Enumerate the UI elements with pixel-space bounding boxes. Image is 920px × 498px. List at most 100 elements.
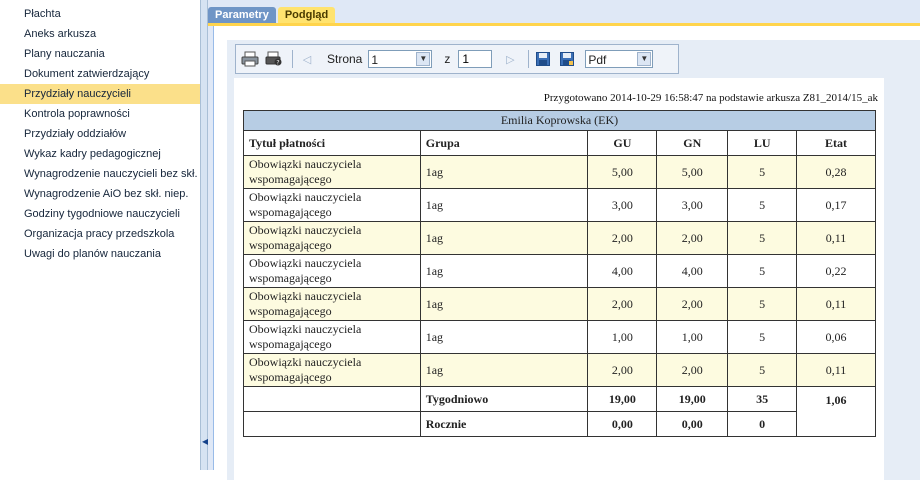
cell-gu: 2,00	[587, 287, 658, 321]
table-row: Obowiązki nauczyciela wspomagającego 1ag…	[243, 320, 876, 354]
weekly-label: Tygodniowo	[419, 386, 589, 412]
tab-podglad[interactable]: Podgląd	[277, 7, 336, 23]
table-row: Obowiązki nauczyciela wspomagającego 1ag…	[243, 287, 876, 321]
cell-title: Obowiązki nauczyciela wspomagającego	[243, 221, 421, 255]
cell-etat: 0,11	[796, 287, 876, 321]
cell-group: 1ag	[419, 188, 589, 222]
prepared-note: Przygotowano 2014-10-29 16:58:47 na pods…	[543, 92, 878, 104]
cell-empty	[243, 386, 421, 412]
cell-lu: 5	[727, 155, 798, 189]
weekly-etat: 1,06	[796, 386, 876, 437]
save-icon[interactable]	[533, 49, 553, 69]
prev-page-icon[interactable]: ◁	[297, 49, 317, 69]
page-select-value: 1	[371, 53, 379, 67]
teacher-name: Emilia Koprowska (EK)	[243, 110, 876, 131]
cell-gn: 2,00	[656, 353, 729, 387]
table-header-row: Tytuł płatności Grupa GU GN LU Etat	[243, 130, 876, 156]
cell-gn: 1,00	[656, 320, 729, 354]
cell-group: 1ag	[419, 320, 589, 354]
cell-title: Obowiązki nauczyciela wspomagającego	[243, 155, 421, 189]
cell-gn: 5,00	[656, 155, 729, 189]
yearly-label: Rocznie	[419, 411, 589, 437]
cell-etat: 0,28	[796, 155, 876, 189]
sidebar-splitter[interactable]: ◀	[201, 0, 208, 470]
report-list-item[interactable]: Godziny tygodniowe nauczycieli	[0, 204, 200, 224]
yearly-total-row: Rocznie 0,00 0,00 0	[243, 411, 876, 437]
cell-group: 1ag	[419, 254, 589, 288]
cell-lu: 5	[727, 287, 798, 321]
col-header-group: Grupa	[419, 130, 589, 156]
page-select[interactable]: 1 ▼	[368, 50, 433, 68]
report-list-sidebar: Płachta Aneks arkusza Plany nauczania Do…	[0, 0, 201, 470]
print-setup-icon[interactable]: ?	[264, 49, 284, 69]
report-list: Płachta Aneks arkusza Plany nauczania Do…	[0, 0, 200, 264]
cell-lu: 5	[727, 353, 798, 387]
cell-etat: 0,22	[796, 254, 876, 288]
next-page-icon[interactable]: ▷	[500, 49, 520, 69]
col-header-lu: LU	[727, 130, 798, 156]
report-list-item-active[interactable]: Przydziały nauczycieli	[0, 84, 200, 104]
cell-group: 1ag	[419, 221, 589, 255]
cell-group: 1ag	[419, 155, 589, 189]
svg-text:?: ?	[276, 60, 279, 67]
yearly-lu: 0	[727, 411, 798, 437]
cell-etat: 0,11	[796, 353, 876, 387]
teacher-row: Emilia Koprowska (EK)	[243, 110, 876, 131]
table-row: Obowiązki nauczyciela wspomagającego 1ag…	[243, 254, 876, 288]
cell-gu: 4,00	[587, 254, 658, 288]
cell-etat: 0,17	[796, 188, 876, 222]
weekly-gn: 19,00	[656, 386, 729, 412]
viewer-toolbar: ? ◁ Strona 1 ▼ z ▷	[235, 44, 679, 74]
export-format-select[interactable]: Pdf ▼	[585, 50, 654, 68]
cell-gu: 2,00	[587, 221, 658, 255]
col-header-title: Tytuł płatności	[243, 130, 421, 156]
chevron-down-icon[interactable]: ▼	[637, 52, 652, 66]
export-format-value: Pdf	[588, 53, 607, 67]
cell-lu: 5	[727, 188, 798, 222]
cell-group: 1ag	[419, 353, 589, 387]
report-list-item[interactable]: Kontrola poprawności	[0, 104, 200, 124]
cell-empty	[243, 411, 421, 437]
cell-etat: 0,11	[796, 221, 876, 255]
cell-title: Obowiązki nauczyciela wspomagającego	[243, 320, 421, 354]
table-row: Obowiązki nauczyciela wspomagającego 1ag…	[243, 353, 876, 387]
weekly-lu: 35	[727, 386, 798, 412]
report-list-item[interactable]: Płachta	[0, 4, 200, 24]
cell-gn: 4,00	[656, 254, 729, 288]
cell-title: Obowiązki nauczyciela wspomagającego	[243, 353, 421, 387]
cell-title: Obowiązki nauczyciela wspomagającego	[243, 287, 421, 321]
report-list-item[interactable]: Aneks arkusza	[0, 24, 200, 44]
weekly-gu: 19,00	[587, 386, 658, 412]
cell-lu: 5	[727, 221, 798, 255]
col-header-gn: GN	[656, 130, 729, 156]
weekly-total-row: Tygodniowo 19,00 19,00 35 1,06	[243, 386, 876, 437]
cell-title: Obowiązki nauczyciela wspomagającego	[243, 254, 421, 288]
save-as-icon[interactable]	[557, 49, 577, 69]
teacher-assignments-table: Emilia Koprowska (EK) Tytuł płatności Gr…	[243, 110, 876, 437]
toolbar-separator	[528, 50, 530, 68]
report-list-item[interactable]: Uwagi do planów nauczania	[0, 244, 200, 264]
report-list-item[interactable]: Wykaz kadry pedagogicznej	[0, 144, 200, 164]
yearly-gn: 0,00	[656, 411, 729, 437]
report-list-item[interactable]: Wynagrodzenie nauczycieli bez skł. n	[0, 164, 200, 184]
cell-lu: 5	[727, 320, 798, 354]
table-row: Obowiązki nauczyciela wspomagającego 1ag…	[243, 221, 876, 255]
report-list-item[interactable]: Wynagrodzenie AiO bez skł. niep.	[0, 184, 200, 204]
cell-gu: 1,00	[587, 320, 658, 354]
col-header-etat: Etat	[796, 130, 876, 156]
preview-content: ? ◁ Strona 1 ▼ z ▷	[213, 26, 920, 498]
page-label: Strona	[327, 52, 363, 66]
cell-gu: 5,00	[587, 155, 658, 189]
chevron-down-icon[interactable]: ▼	[416, 52, 431, 66]
print-icon[interactable]	[240, 49, 260, 69]
report-list-item[interactable]: Dokument zatwierdzający	[0, 64, 200, 84]
report-list-item[interactable]: Przydziały oddziałów	[0, 124, 200, 144]
cell-etat: 0,06	[796, 320, 876, 354]
tab-parametry[interactable]: Parametry	[208, 7, 276, 23]
report-list-item[interactable]: Plany nauczania	[0, 44, 200, 64]
report-list-item[interactable]: Organizacja pracy przedszkola	[0, 224, 200, 244]
page-count-input[interactable]	[458, 50, 493, 68]
col-header-gu: GU	[587, 130, 658, 156]
cell-lu: 5	[727, 254, 798, 288]
toolbar-separator	[292, 50, 293, 68]
